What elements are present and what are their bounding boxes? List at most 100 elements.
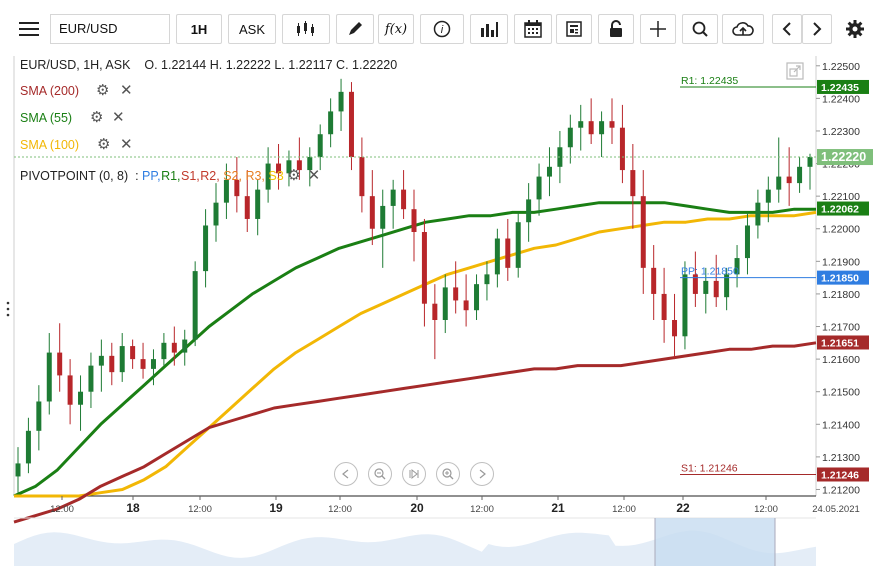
y-tick-label: 1.21800: [822, 289, 860, 301]
candle-body: [411, 209, 417, 232]
close-icon[interactable]: ✕: [120, 137, 133, 152]
candle: [203, 209, 209, 288]
y-tick-label: 1.22000: [822, 224, 860, 236]
candle-body: [57, 352, 63, 376]
candle: [140, 342, 146, 379]
candle: [317, 124, 323, 171]
zoom-out-icon: [374, 468, 386, 480]
candle: [401, 170, 407, 219]
candle-body: [390, 189, 396, 206]
price-badge: 1.22062: [817, 201, 869, 216]
candle: [786, 147, 792, 206]
price-badge-text: 1.21850: [821, 273, 859, 285]
price-badge-text: 1.22062: [821, 204, 859, 216]
price-badge-text: 1.21246: [821, 469, 859, 481]
candle-body: [46, 352, 52, 402]
candle: [713, 254, 719, 307]
close-value: 1.22220: [352, 58, 398, 72]
gear-icon[interactable]: ⚙: [97, 137, 110, 152]
candle-body: [463, 300, 469, 311]
candle: [78, 375, 84, 431]
candle: [744, 212, 750, 275]
candle-body: [25, 430, 31, 464]
candle-body: [546, 166, 552, 177]
price-badge: 1.22435: [817, 79, 869, 94]
level-label: R1: 1.22435: [681, 75, 738, 87]
candle: [15, 447, 21, 493]
pivot-r2: R2,: [200, 169, 220, 183]
candle: [369, 170, 375, 246]
pivot-sep: :: [135, 169, 139, 183]
candle: [411, 189, 417, 262]
candle-body: [744, 225, 750, 259]
candle-body: [401, 189, 407, 210]
x-tick-label: 20: [410, 501, 424, 515]
candle: [599, 111, 605, 158]
candle-body: [651, 267, 657, 294]
price-badge: 1.22220: [817, 149, 873, 166]
level-label: S1: 1.21246: [681, 462, 738, 474]
candle-body: [599, 121, 605, 135]
zoom-out-button[interactable]: [368, 462, 392, 486]
gear-icon[interactable]: ⚙: [287, 167, 300, 184]
candle: [640, 170, 646, 294]
candle-body: [78, 391, 84, 405]
y-tick-label: 1.22400: [822, 93, 860, 105]
candle-body: [88, 365, 94, 392]
resize-grip-icon[interactable]: [6, 300, 10, 318]
close-icon[interactable]: ✕: [308, 167, 321, 184]
candle-body: [255, 189, 261, 219]
pivot-s1: S1,: [181, 169, 200, 183]
reset-icon: [409, 468, 419, 480]
triangle-right-icon: [479, 469, 486, 479]
candle-body: [421, 232, 427, 304]
price-badge: 1.21246: [817, 467, 869, 482]
candle: [57, 323, 63, 392]
pan-left-button[interactable]: [334, 462, 358, 486]
candle-body: [244, 196, 250, 219]
candle: [390, 179, 396, 229]
y-tick-label: 1.21300: [822, 452, 860, 464]
pan-right-button[interactable]: [470, 462, 494, 486]
x-tick-label: 24.05.2021: [812, 504, 860, 515]
navigator: [14, 517, 816, 566]
candle-body: [578, 121, 584, 128]
candle-body: [765, 189, 771, 203]
price-badge: 1.21651: [817, 335, 869, 350]
x-tick-label: 19: [269, 501, 283, 515]
y-tick-label: 1.21200: [822, 484, 860, 496]
expand-icon[interactable]: [786, 62, 804, 80]
candle-body: [182, 339, 188, 353]
pivot-levels: R1: 1.22435 PP: 1.21850 S1: 1.21246: [14, 75, 816, 475]
candle: [119, 333, 125, 382]
close-icon[interactable]: ✕: [112, 110, 125, 125]
y-tick-label: 1.22100: [822, 191, 860, 203]
candle-body: [36, 401, 42, 431]
candle-body: [130, 346, 136, 360]
candle: [692, 251, 698, 307]
gear-icon[interactable]: ⚙: [96, 83, 109, 98]
candle: [98, 339, 104, 392]
candle: [526, 183, 532, 242]
candle-body: [484, 274, 490, 285]
candle: [609, 98, 615, 144]
candle-body: [630, 170, 636, 197]
candle-body: [380, 205, 386, 229]
zoom-in-button[interactable]: [436, 462, 460, 486]
candle-body: [338, 91, 344, 112]
gear-icon[interactable]: ⚙: [90, 110, 103, 125]
candle-body: [672, 320, 678, 337]
candle-body: [494, 238, 500, 275]
candle: [432, 284, 438, 360]
candle: [46, 333, 52, 415]
reset-view-button[interactable]: [402, 462, 426, 486]
candle-body: [369, 196, 375, 229]
candle-body: [515, 222, 521, 268]
indicator-label: SMA (100): [20, 138, 80, 152]
low-label: L.: [274, 58, 285, 72]
candle: [161, 333, 167, 366]
candle: [109, 342, 115, 386]
close-icon[interactable]: ✕: [120, 83, 133, 98]
candle-body: [682, 274, 688, 337]
y-tick-label: 1.21900: [822, 256, 860, 268]
